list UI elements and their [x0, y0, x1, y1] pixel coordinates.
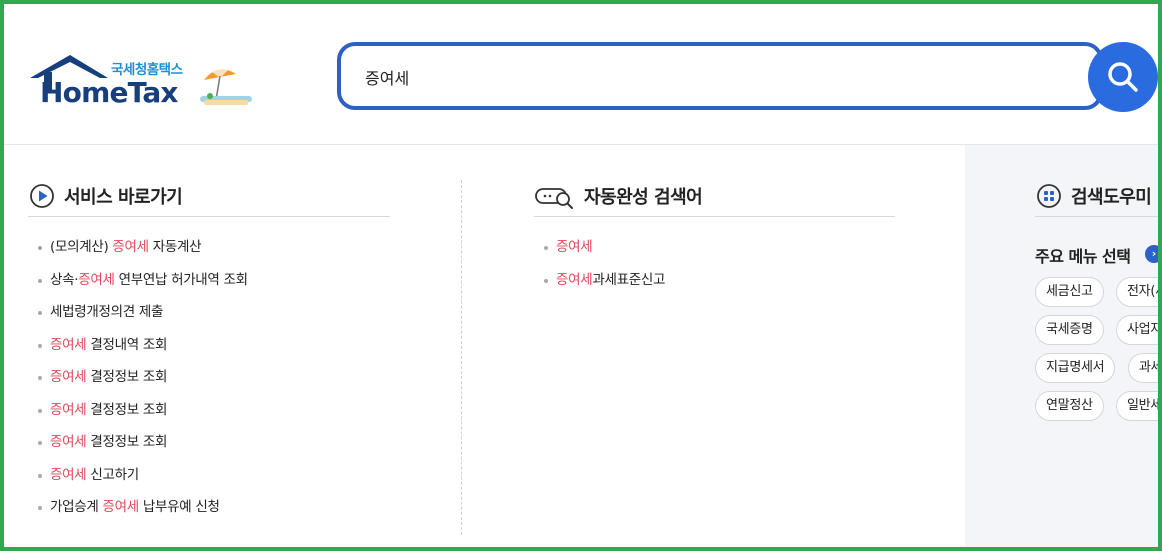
search-input[interactable] — [365, 64, 965, 90]
logo-title: HomeTax — [40, 76, 178, 109]
menu-chip[interactable]: 지급명세서 — [1035, 353, 1116, 383]
service-shortcut-item-text: 납부유예 신청 — [138, 499, 220, 515]
header: 국세청홈택스 HomeTax — [4, 4, 1158, 145]
search-help-panel: 검색도우미 주요 메뉴 선택 › 세금신고 전자(세금)계산서국세증명 사업자등록지… — [965, 145, 1158, 547]
service-shortcut-item-keyword: 증여세 — [50, 336, 87, 353]
autocomplete-item[interactable]: 증여세과세표준신고 — [534, 264, 895, 297]
autocomplete-item-text: 과세표준신고 — [592, 271, 666, 288]
service-shortcut-item-keyword: 증여세 — [50, 401, 87, 418]
service-shortcut-item-keyword: 증여세 — [50, 434, 87, 450]
beach-umbrella-icon — [200, 68, 252, 105]
service-shortcut-item-text: 결정내역 조회 — [86, 336, 168, 353]
logo-subtitle: 국세청홈택스 — [111, 62, 183, 78]
service-shortcut-item-text: 결정정보 조회 — [86, 369, 168, 385]
service-shortcut-item[interactable]: 증여세 신고하기 — [28, 459, 390, 492]
chat-search-icon — [534, 182, 576, 210]
service-shortcut-item-text: 연부연납 허가내역 조회 — [114, 271, 249, 288]
chevron-right-icon[interactable]: › — [1145, 245, 1158, 263]
service-shortcut-item[interactable]: 상속·증여세 연부연납 허가내역 조회 — [28, 264, 390, 297]
service-shortcut-item[interactable]: (모의계산) 증여세 자동계산 — [28, 231, 390, 264]
service-shortcut-item-keyword: 증여세 — [50, 369, 87, 385]
autocomplete-item-keyword: 증여세 — [556, 239, 593, 255]
main-menu-title: 주요 메뉴 선택 — [1035, 247, 1131, 266]
hometax-logo[interactable]: 국세청홈택스 HomeTax — [28, 52, 258, 114]
service-shortcut-item-text: 결정정보 조회 — [86, 401, 168, 418]
autocomplete-section: 자동완성 검색어 증여세 증여세과세표준신고 — [534, 176, 895, 296]
column-divider — [461, 180, 462, 535]
service-shortcuts-title: 서비스 바로가기 — [64, 187, 183, 208]
service-shortcuts-section: 서비스 바로가기 (모의계산) 증여세 자동계산 상속·증여세 연부연납 허가내역… — [28, 176, 390, 524]
service-shortcut-item-text: 세법령개정의견 제출 — [50, 304, 164, 320]
service-shortcuts-list: (모의계산) 증여세 자동계산 상속·증여세 연부연납 허가내역 조회 세법령개정의… — [28, 231, 390, 524]
service-shortcut-item[interactable]: 증여세 결정정보 조회 — [28, 426, 390, 459]
menu-chip[interactable]: 국세증명 — [1035, 315, 1104, 345]
service-shortcut-item-text: 결정정보 조회 — [86, 434, 168, 450]
autocomplete-item[interactable]: 증여세 — [534, 231, 895, 264]
play-circle-icon — [28, 182, 56, 210]
service-shortcut-item[interactable]: 가업승계 증여세 납부유예 신청 — [28, 491, 390, 524]
service-shortcut-item-text: (모의계산) — [50, 239, 113, 255]
service-shortcut-item-text: 신고하기 — [86, 466, 139, 483]
menu-chip[interactable]: 일반세무 — [1116, 391, 1158, 421]
service-shortcut-item-text: 자동계산 — [148, 239, 202, 255]
grid-circle-icon — [1035, 182, 1063, 210]
service-shortcut-item-keyword: 증여세 — [112, 239, 149, 255]
menu-chip[interactable]: 연말정산 — [1035, 391, 1104, 421]
service-shortcuts-heading: 서비스 바로가기 — [28, 176, 390, 217]
autocomplete-heading: 자동완성 검색어 — [534, 176, 895, 217]
autocomplete-title: 자동완성 검색어 — [584, 187, 703, 208]
service-shortcut-item-keyword: 증여세 — [102, 499, 139, 515]
menu-chip[interactable]: 사업자등록 — [1116, 315, 1158, 345]
service-shortcut-item-keyword: 증여세 — [50, 466, 87, 483]
menu-chip[interactable]: 과세자료 — [1128, 353, 1158, 383]
service-shortcut-item-text: 상속· — [50, 271, 79, 288]
service-shortcut-item[interactable]: 증여세 결정정보 조회 — [28, 394, 390, 427]
service-shortcut-item-text: 가업승계 — [50, 499, 103, 515]
service-shortcut-item[interactable]: 증여세 결정내역 조회 — [28, 329, 390, 362]
search-icon — [1108, 62, 1138, 92]
search-help-title: 검색도우미 — [1071, 187, 1152, 208]
autocomplete-list: 증여세 증여세과세표준신고 — [534, 231, 895, 296]
autocomplete-item-keyword: 증여세 — [556, 271, 593, 288]
service-shortcut-item-keyword: 증여세 — [78, 271, 115, 288]
search-help-heading: 검색도우미 — [1035, 176, 1158, 217]
service-shortcut-item[interactable]: 증여세 결정정보 조회 — [28, 361, 390, 394]
search-box — [337, 42, 1103, 110]
menu-chip[interactable]: 세금신고 — [1035, 277, 1104, 307]
search-button[interactable] — [1088, 42, 1158, 112]
menu-chip[interactable]: 전자(세금)계산서 — [1116, 277, 1158, 307]
service-shortcut-item[interactable]: 세법령개정의견 제출 — [28, 296, 390, 329]
